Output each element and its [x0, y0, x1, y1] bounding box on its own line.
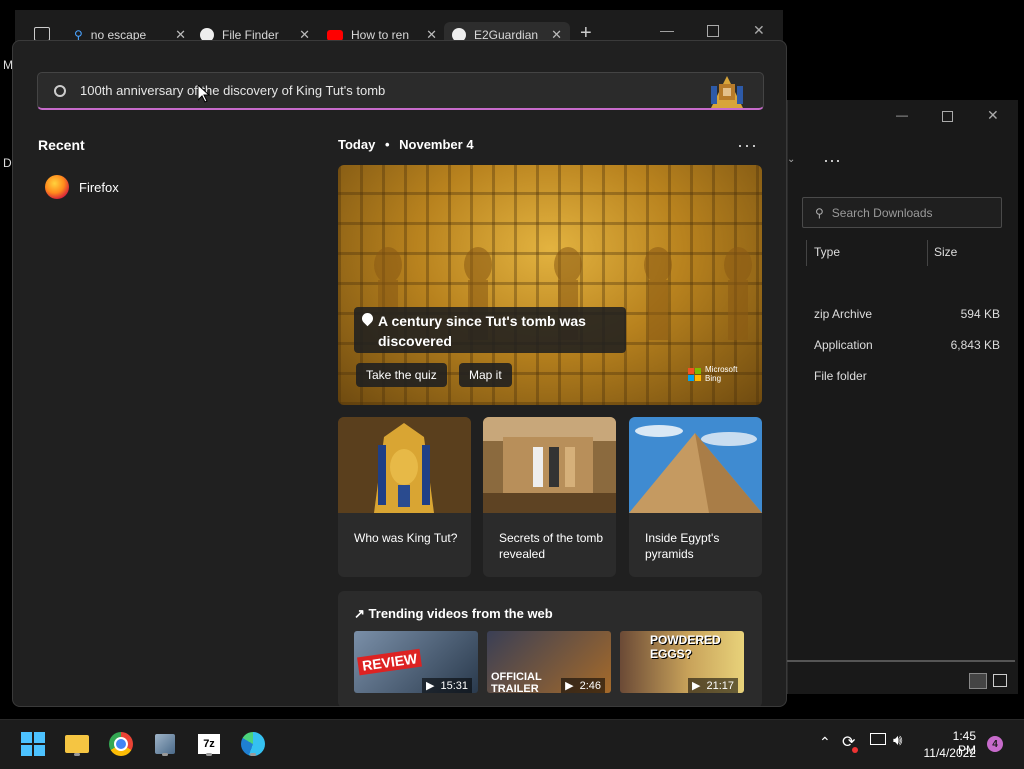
- tomb-wall-image: [483, 417, 616, 513]
- sync-status-dot: [852, 747, 858, 753]
- chrome-icon[interactable]: [107, 730, 135, 758]
- minimize-icon[interactable]: —: [660, 22, 674, 38]
- date-label: November 4: [399, 137, 474, 152]
- video-thumbnail-2[interactable]: OFFICIAL TRAILER ▶ 2:46: [487, 631, 611, 693]
- recent-item-label: Firefox: [79, 179, 119, 195]
- youtube-icon: [327, 29, 343, 41]
- trending-heading: ↗ Trending videos from the web: [354, 606, 553, 622]
- details-view-icon[interactable]: [969, 673, 987, 689]
- video-label: REVIEW: [357, 648, 423, 676]
- search-icon: [54, 84, 66, 97]
- close-icon[interactable]: ✕: [987, 107, 999, 124]
- maximize-icon[interactable]: [942, 111, 953, 122]
- 7zip-icon[interactable]: 7z: [195, 730, 223, 758]
- video-label: OFFICIAL TRAILER: [491, 671, 542, 693]
- more-options-button[interactable]: ···: [737, 135, 758, 156]
- network-app-icon[interactable]: [151, 730, 179, 758]
- location-pin-icon: [359, 310, 376, 327]
- thumbnail-view-icon[interactable]: [993, 674, 1007, 687]
- hero-title: A century since Tut's tomb was discovere…: [378, 313, 586, 349]
- today-heading: Today • November 4: [338, 137, 474, 152]
- video-duration: ▶ 2:46: [561, 678, 605, 693]
- file-type-cell: File folder: [814, 369, 867, 383]
- microsoft-bing-logo: Microsoft Bing: [688, 365, 737, 383]
- video-duration: ▶ 15:31: [422, 678, 472, 693]
- card-title: Inside Egypt's pyramids: [645, 531, 720, 561]
- chevron-down-icon[interactable]: ⌄: [787, 154, 795, 165]
- firefox-icon: [45, 175, 69, 199]
- recent-heading: Recent: [38, 137, 85, 153]
- trending-title: Trending videos from the web: [368, 606, 553, 621]
- play-icon: ▶: [565, 680, 574, 692]
- horizontal-scrollbar[interactable]: [787, 660, 1015, 662]
- taskbar: 7z ⌃ ⟳ 🔊︎ 1:45 PM 11/4/2022 4: [0, 719, 1024, 769]
- card-secrets-of-the-tomb[interactable]: Secrets of the tomb revealed: [483, 417, 616, 577]
- pyramid-image: [629, 417, 762, 513]
- more-options-icon[interactable]: ···: [823, 150, 841, 171]
- file-explorer-window: [787, 100, 1018, 694]
- file-size-cell: 6,843 KB: [950, 338, 1000, 352]
- explorer-search-input[interactable]: ⚲ Search Downloads: [802, 197, 1002, 228]
- video-duration: ▶ 21:17: [688, 678, 738, 693]
- column-divider: [927, 240, 928, 266]
- video-thumbnail-3[interactable]: POWDERED EGGS? ▶ 21:17: [620, 631, 744, 693]
- today-label: Today: [338, 137, 376, 152]
- file-type-cell: zip Archive: [814, 307, 873, 321]
- running-indicator: [250, 753, 256, 756]
- column-divider: [806, 240, 807, 266]
- column-header-type[interactable]: Type: [814, 245, 840, 259]
- search-placeholder: Search Downloads: [831, 205, 933, 220]
- notification-badge[interactable]: 4: [987, 736, 1003, 752]
- column-header-size[interactable]: Size: [934, 245, 957, 259]
- running-indicator: [162, 753, 168, 756]
- search-input[interactable]: 100th anniversary of the discovery of Ki…: [80, 83, 385, 98]
- microsoft-logo-icon: [688, 367, 701, 381]
- clock-date[interactable]: 11/4/2022: [922, 746, 977, 760]
- volume-icon[interactable]: 🔊︎: [893, 732, 902, 749]
- close-icon[interactable]: ✕: [753, 22, 765, 39]
- browser-sidebar-icon[interactable]: [34, 27, 50, 41]
- play-icon: ▶: [426, 680, 435, 692]
- trending-arrow-icon: ↗: [354, 606, 365, 621]
- file-size-cell: 594 KB: [960, 307, 1000, 321]
- video-label: POWDERED EGGS?: [650, 633, 721, 661]
- search-box[interactable]: 100th anniversary of the discovery of Ki…: [37, 72, 764, 110]
- date-separator: •: [384, 137, 390, 152]
- card-title: Secrets of the tomb revealed: [499, 531, 604, 561]
- mouse-cursor-icon: [198, 85, 210, 103]
- play-icon: ▶: [692, 680, 701, 692]
- pharaoh-highlight-icon: [697, 74, 757, 108]
- hero-card[interactable]: A century since Tut's tomb was discovere…: [338, 165, 762, 405]
- card-who-was-king-tut[interactable]: Who was King Tut?: [338, 417, 471, 577]
- file-explorer-icon[interactable]: [63, 730, 91, 758]
- video-thumbnail-1[interactable]: REVIEW ▶ 15:31: [354, 631, 478, 693]
- take-quiz-button[interactable]: Take the quiz: [356, 363, 447, 387]
- search-icon: ⚲: [815, 205, 824, 220]
- hero-caption: A century since Tut's tomb was discovere…: [354, 307, 626, 353]
- recent-item-firefox[interactable]: Firefox: [45, 175, 119, 199]
- maximize-icon[interactable]: [707, 25, 719, 37]
- card-title: Who was King Tut?: [354, 531, 458, 545]
- king-tut-mask-image: [338, 417, 471, 513]
- network-icon[interactable]: [870, 733, 886, 745]
- running-indicator: [74, 753, 80, 756]
- minimize-icon[interactable]: —: [896, 108, 908, 122]
- edge-icon[interactable]: [239, 730, 267, 758]
- trending-videos-section: ↗ Trending videos from the web REVIEW ▶ …: [338, 591, 762, 706]
- running-indicator: [206, 753, 212, 756]
- card-inside-egypts-pyramids[interactable]: Inside Egypt's pyramids: [629, 417, 762, 577]
- file-type-cell: Application: [814, 338, 873, 352]
- map-it-button[interactable]: Map it: [459, 363, 512, 387]
- windows-start-icon[interactable]: [19, 730, 47, 758]
- search-panel: 100th anniversary of the discovery of Ki…: [12, 40, 787, 707]
- show-hidden-icons-icon[interactable]: ⌃: [819, 734, 831, 751]
